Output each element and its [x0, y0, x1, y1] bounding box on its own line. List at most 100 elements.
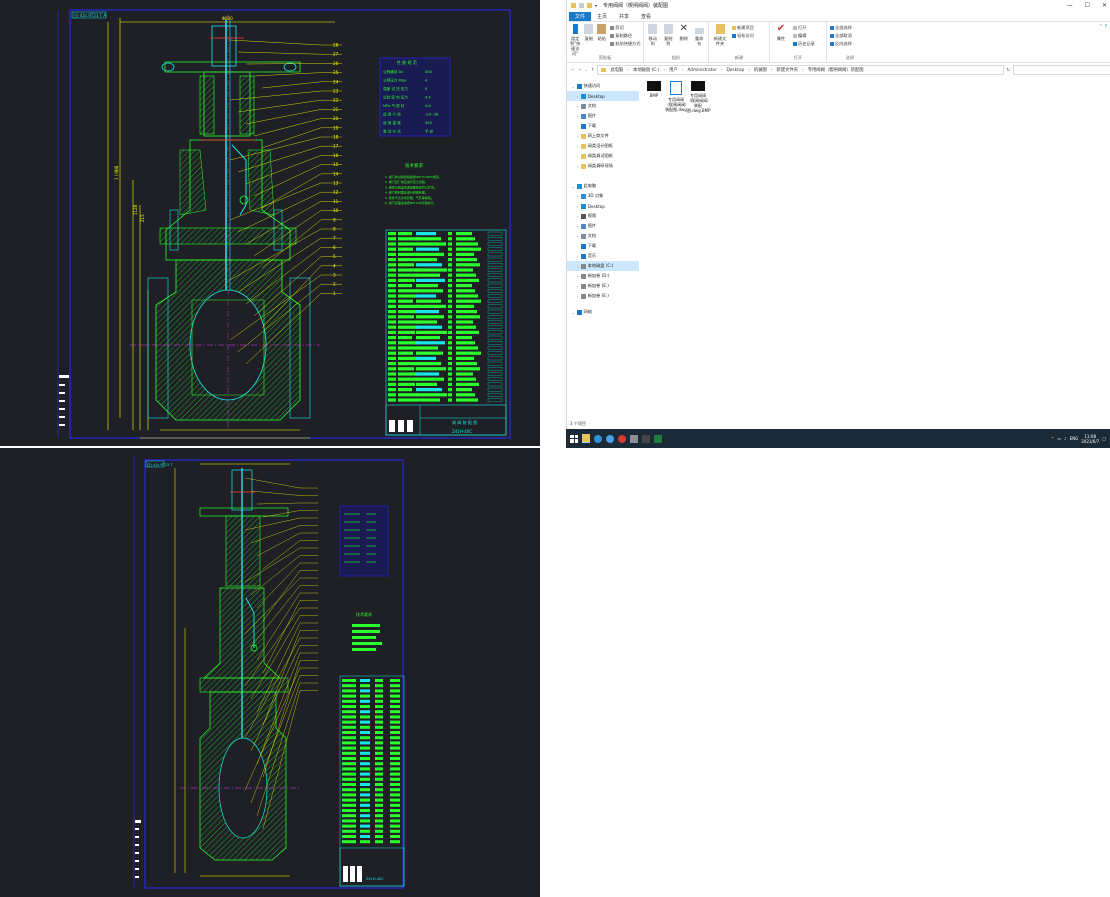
- tab-home[interactable]: 主页: [591, 12, 613, 21]
- chevron-icon[interactable]: ›: [577, 194, 579, 199]
- excel-icon[interactable]: [654, 434, 662, 443]
- chevron-icon[interactable]: ›: [577, 244, 579, 249]
- chevron-icon[interactable]: ›: [577, 164, 579, 169]
- nav-item[interactable]: › 音乐: [567, 251, 639, 261]
- tab-share[interactable]: 共享: [613, 12, 635, 21]
- nav-item[interactable]: › 视频: [567, 211, 639, 221]
- invert-selection-button[interactable]: 反向选择: [830, 41, 852, 47]
- properties-icon[interactable]: [579, 3, 584, 8]
- chevron-icon[interactable]: ›: [577, 214, 579, 219]
- windows-start-icon[interactable]: [570, 434, 578, 443]
- breadcrumb-item[interactable]: Desktop: [726, 68, 744, 73]
- notification-icon[interactable]: ▢: [1102, 436, 1106, 441]
- chevron-down-icon[interactable]: ▾: [595, 3, 597, 8]
- search-input[interactable]: [1013, 65, 1110, 75]
- nav-item[interactable]: › 阀类调试图纸: [567, 151, 639, 161]
- nav-item[interactable]: › 新加卷 (D:): [567, 271, 639, 281]
- nav-item[interactable]: › 图片: [567, 221, 639, 231]
- nav-item[interactable]: › 文档: [567, 101, 639, 111]
- chevron-icon[interactable]: ›: [577, 264, 579, 269]
- nav-item[interactable]: › 下载: [567, 121, 639, 131]
- breadcrumb-item[interactable]: 本地磁盘 (C:): [633, 67, 659, 73]
- network-tray-icon[interactable]: ▭: [1057, 436, 1061, 441]
- file-explorer-taskbar-icon[interactable]: [582, 434, 590, 443]
- nav-item[interactable]: › 新加卷 (E:): [567, 291, 639, 301]
- volume-icon[interactable]: ♪: [1064, 436, 1067, 441]
- nav-item[interactable]: ⌄ 网络: [567, 307, 639, 317]
- nav-item[interactable]: › 下载: [567, 241, 639, 251]
- cad-view-bottom[interactable]: 日) 42c.RT23 T 技术要求 Z41H-40C: [0, 448, 540, 897]
- file-item[interactable]: 专用阀阀（楔闸阀阀）装配图.dwg: [665, 81, 687, 112]
- chevron-icon[interactable]: ›: [577, 274, 579, 279]
- maximize-button[interactable]: ☐: [1085, 2, 1090, 9]
- nav-item[interactable]: ⌄ 此电脑: [567, 181, 639, 191]
- input-language[interactable]: ENG: [1070, 436, 1079, 441]
- nav-item[interactable]: › Desktop: [567, 201, 639, 211]
- new-item-button[interactable]: 新建项目: [732, 25, 754, 31]
- tab-file[interactable]: 文件: [569, 12, 592, 21]
- up-icon[interactable]: ↑: [591, 68, 595, 73]
- clock[interactable]: 11:08 2021/6/7: [1081, 434, 1099, 444]
- cut-button[interactable]: 剪切: [610, 25, 640, 31]
- minimize-button[interactable]: —: [1067, 2, 1073, 9]
- open-button[interactable]: 打开: [793, 25, 815, 31]
- chevron-icon[interactable]: ›: [577, 294, 579, 299]
- chevron-icon[interactable]: ›: [577, 104, 579, 109]
- chevron-icon[interactable]: ⌄: [571, 310, 575, 315]
- edge-icon[interactable]: [594, 434, 602, 443]
- paste-shortcut-button[interactable]: 粘贴快捷方式: [610, 41, 640, 47]
- nav-item[interactable]: › 文档: [567, 231, 639, 241]
- select-all-button[interactable]: 全部选择: [830, 25, 852, 31]
- nav-item[interactable]: › 阀类调研现场: [567, 161, 639, 171]
- chevron-icon[interactable]: ›: [577, 224, 579, 229]
- chevron-icon[interactable]: ›: [577, 134, 579, 139]
- file-item[interactable]: 专用阀阀（楔闸阀阀）装配图.dwg.BMP: [687, 81, 711, 113]
- chevron-icon[interactable]: ›: [577, 114, 579, 119]
- chevron-icon[interactable]: ›: [577, 124, 579, 129]
- store-icon[interactable]: [642, 434, 650, 443]
- chrome-icon[interactable]: [618, 434, 626, 443]
- back-icon[interactable]: ←: [571, 68, 575, 73]
- tab-view[interactable]: 查看: [635, 12, 657, 21]
- breadcrumb-item[interactable]: Administrator: [687, 68, 716, 73]
- nav-item[interactable]: › 本地磁盘 (C:): [567, 261, 639, 271]
- chevron-icon[interactable]: ›: [577, 144, 579, 149]
- cad-view-top[interactable]: 日) 42c.RT23 T A Φ800 1 / 闸阀 1128 215 28 …: [0, 0, 540, 446]
- nav-item[interactable]: › 网上商文件: [567, 131, 639, 141]
- chevron-icon[interactable]: ›: [577, 204, 579, 209]
- breadcrumb-item[interactable]: 新建文件夹: [777, 67, 798, 73]
- breadcrumb-item[interactable]: 用户: [669, 67, 678, 73]
- close-button[interactable]: ✕: [1102, 2, 1107, 9]
- easy-access-button[interactable]: 轻松访问: [732, 33, 754, 39]
- edit-button[interactable]: 编辑: [793, 33, 815, 39]
- chevron-icon[interactable]: ›: [577, 234, 579, 239]
- nav-item[interactable]: ⌄ 快速访问: [567, 81, 639, 91]
- breadcrumb-item[interactable]: 专用阀阀（楔闸阀阀）装配图: [808, 67, 864, 73]
- chevron-icon[interactable]: ›: [577, 254, 579, 259]
- history-button[interactable]: 历史记录: [793, 41, 815, 47]
- breadcrumb-item[interactable]: 此电脑: [610, 67, 623, 73]
- nav-item[interactable]: › 图片: [567, 111, 639, 121]
- select-none-button[interactable]: 全部取消: [830, 33, 852, 39]
- ribbon-expand-icon[interactable]: ⌃ ?: [1095, 22, 1110, 62]
- refresh-icon[interactable]: ↻: [1007, 68, 1011, 73]
- file-item[interactable]: BMP: [643, 81, 665, 98]
- chevron-icon[interactable]: ⌄: [571, 184, 575, 189]
- recent-dropdown-icon[interactable]: ⌄: [584, 68, 588, 73]
- nav-item[interactable]: › 新加卷 (E:): [567, 281, 639, 291]
- chevron-icon[interactable]: ›: [577, 284, 579, 289]
- ie-icon[interactable]: [606, 434, 614, 443]
- chevron-icon[interactable]: ⌄: [571, 84, 575, 89]
- chevron-icon[interactable]: ›: [577, 154, 579, 159]
- nav-item[interactable]: › 阀类设计图纸: [567, 141, 639, 151]
- breadcrumb-item[interactable]: 机械图: [754, 67, 767, 73]
- address-bar[interactable]: 此电脑 › 本地磁盘 (C:) › 用户 › Administrator › Desktop › 机…: [597, 65, 1004, 75]
- copy-path-button[interactable]: 复制路径: [610, 33, 640, 39]
- chevron-icon[interactable]: ›: [577, 94, 579, 99]
- nav-item[interactable]: › Desktop: [567, 91, 639, 101]
- app-icon[interactable]: [630, 434, 638, 443]
- folder-icon[interactable]: [571, 3, 576, 8]
- forward-icon[interactable]: →: [578, 68, 582, 73]
- nav-item[interactable]: › 3D 对象: [567, 191, 639, 201]
- new-folder-icon[interactable]: [587, 3, 592, 8]
